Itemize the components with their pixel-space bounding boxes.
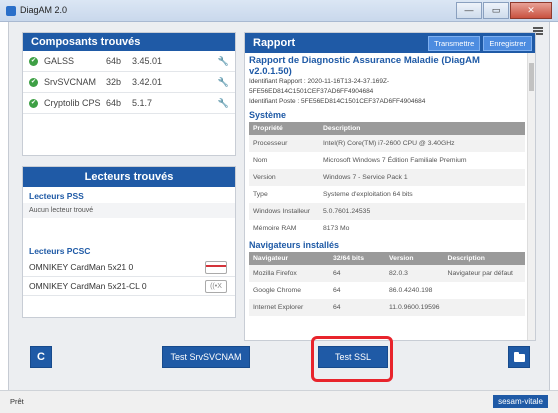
reader-row: OMNIKEY CardMan 5x21 0: [23, 258, 235, 277]
window-controls: — ▭ ✕: [456, 2, 552, 19]
sesam-vitale-logo: sesam-vitale: [493, 395, 548, 408]
wrench-icon[interactable]: 🔧: [218, 98, 229, 109]
report-actions: Transmettre Enregistrer: [428, 35, 532, 51]
highlight-annotation: [311, 336, 393, 382]
refresh-button[interactable]: C: [30, 346, 52, 368]
components-panel: Composants trouvés ✔ GALSS 64b 3.45.01 🔧…: [22, 32, 236, 156]
system-table: Propriété Description Processeur Intel(R)…: [249, 122, 525, 237]
app-icon: [6, 6, 16, 16]
test-srvsvcnam-button[interactable]: Test SrvSVCNAM: [162, 346, 250, 368]
report-id-line: 5FE56ED814C1501CEF37AD6FF4904684: [249, 88, 374, 95]
system-section-title: Système: [249, 110, 287, 120]
component-row: ✔ GALSS 64b 3.45.01 🔧: [23, 51, 235, 72]
report-header: Rapport Transmettre Enregistrer: [245, 33, 535, 53]
minimize-button[interactable]: —: [456, 2, 482, 19]
table-row: Version Windows 7 - Service Pack 1: [249, 169, 525, 186]
report-scrollbar[interactable]: [527, 53, 535, 340]
table-row: Mémoire RAM 8173 Mo: [249, 220, 525, 237]
browsers-section-title: Navigateurs installés: [249, 240, 340, 250]
contactless-card-icon: ((•X: [205, 280, 227, 293]
wrench-icon[interactable]: 🔧: [218, 77, 229, 88]
save-button[interactable]: Enregistrer: [483, 35, 532, 51]
readers-panel: Lecteurs trouvés Lecteurs PSS Aucun lect…: [22, 166, 236, 318]
check-icon: ✔: [29, 98, 38, 108]
table-row: Nom Microsoft Windows 7 Édition Familiale…: [249, 152, 525, 169]
title-bar: DiagAM 2.0 — ▭ ✕: [0, 0, 558, 22]
table-row: Processeur Intel(R) Core(TM) i7-2600 CPU …: [249, 135, 525, 152]
check-icon: ✔: [29, 77, 38, 87]
table-row: Windows Installeur 5.0.7601.24535: [249, 203, 525, 220]
component-row: ✔ SrvSVCNAM 32b 3.42.01 🔧: [23, 72, 235, 93]
workstation-id-line: Identifiant Poste : 5FE56ED814C1501CEF37…: [249, 98, 426, 105]
status-text: Prêt: [10, 397, 24, 406]
table-row: Type Systeme d'exploitation 64 bits: [249, 186, 525, 203]
pcsc-readers-title: Lecteurs PCSC: [29, 246, 91, 256]
table-row: Internet Explorer 64 11.0.9600.19596: [249, 299, 525, 316]
transmit-button[interactable]: Transmettre: [428, 35, 481, 51]
table-row: Google Chrome 64 86.0.4240.198: [249, 282, 525, 299]
status-bar: Prêt sesam-vitale: [0, 390, 558, 413]
report-panel: Rapport Transmettre Enregistrer Rapport …: [244, 32, 536, 341]
close-button[interactable]: ✕: [510, 2, 552, 19]
refresh-icon: C: [37, 351, 45, 363]
component-row: ✔ Cryptolib CPS 64b 5.1.7 🔧: [23, 93, 235, 114]
readers-title: Lecteurs trouvés: [23, 167, 235, 187]
table-row: Mozilla Firefox 64 82.0.3 Navigateur par dé…: [249, 265, 525, 282]
window-title: DiagAM 2.0: [20, 5, 68, 15]
wrench-icon[interactable]: 🔧: [218, 56, 229, 67]
pss-readers-title: Lecteurs PSS: [29, 191, 84, 201]
report-body: Rapport de Diagnostic Assurance Maladie …: [249, 55, 525, 316]
reader-row: OMNIKEY CardMan 5x21-CL 0 ((•X: [23, 277, 235, 296]
browsers-table: Navigateur 32/64 bits Version Descriptio…: [249, 252, 525, 316]
scrollbar-thumb[interactable]: [529, 63, 534, 91]
folder-icon: [513, 351, 525, 362]
pss-empty-message: Aucun lecteur trouvé: [23, 203, 235, 218]
report-id-line: Identifiant Rapport : 2020-11-16T13-24-3…: [249, 78, 390, 85]
open-folder-button[interactable]: [508, 346, 530, 368]
smart-card-icon: [205, 261, 227, 274]
report-heading: Rapport de Diagnostic Assurance Maladie …: [249, 55, 480, 77]
components-title: Composants trouvés: [23, 33, 235, 51]
report-title: Rapport: [253, 37, 296, 49]
check-icon: ✔: [29, 56, 38, 66]
maximize-button[interactable]: ▭: [483, 2, 509, 19]
